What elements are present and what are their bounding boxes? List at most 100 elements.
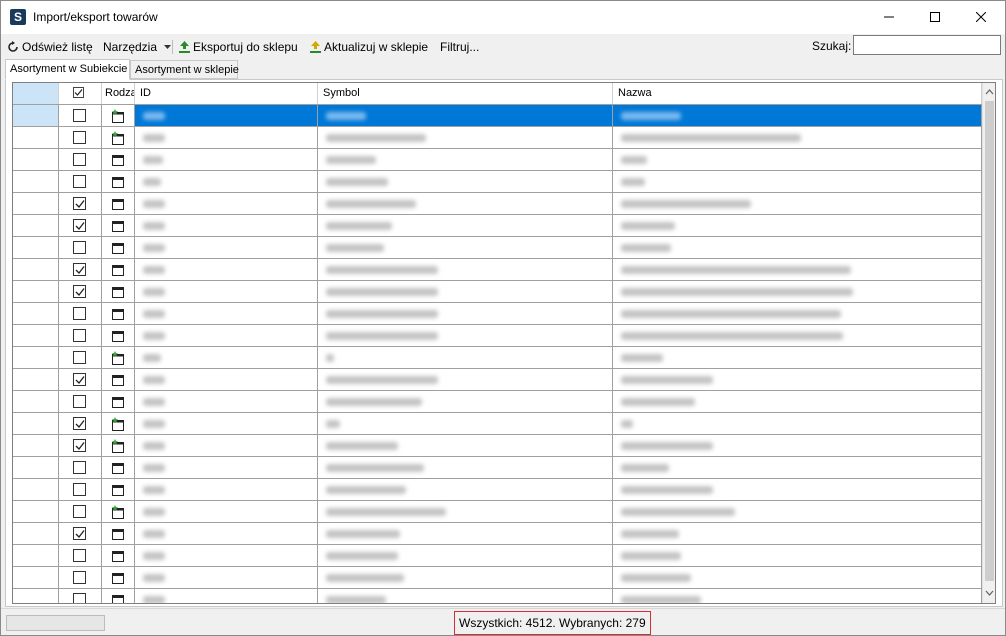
row-checkbox[interactable] — [73, 593, 86, 603]
row-checkbox[interactable] — [73, 153, 86, 166]
row-symbol-cell[interactable] — [318, 303, 613, 325]
row-checkbox[interactable] — [73, 395, 86, 408]
row-symbol-cell[interactable] — [318, 237, 613, 259]
row-checkbox[interactable] — [73, 527, 86, 540]
row-id-cell[interactable] — [135, 523, 318, 545]
export-to-shop-button[interactable]: Eksportuj do sklepu — [179, 38, 298, 56]
row-name-cell[interactable] — [613, 391, 982, 413]
row-name-cell[interactable] — [613, 303, 982, 325]
tab-shop-assortment[interactable]: Asortyment w sklepie — [130, 60, 239, 79]
filter-button[interactable]: Filtruj... — [440, 38, 479, 56]
row-id-cell[interactable] — [135, 303, 318, 325]
update-in-shop-button[interactable]: Aktualizuj w sklepie — [310, 38, 428, 56]
close-button[interactable] — [958, 1, 1004, 34]
row-name-cell[interactable] — [613, 457, 982, 479]
row-name-cell[interactable] — [613, 479, 982, 501]
row-header[interactable] — [13, 567, 59, 589]
row-symbol-cell[interactable] — [318, 105, 613, 127]
row-id-cell[interactable] — [135, 545, 318, 567]
row-name-cell[interactable] — [613, 127, 982, 149]
row-checkbox[interactable] — [73, 329, 86, 342]
row-checkbox[interactable] — [73, 285, 86, 298]
table-row[interactable] — [13, 325, 982, 347]
row-id-cell[interactable] — [135, 457, 318, 479]
row-name-cell[interactable] — [613, 149, 982, 171]
row-checkbox[interactable] — [73, 219, 86, 232]
row-id-cell[interactable] — [135, 325, 318, 347]
table-row[interactable] — [13, 479, 982, 501]
row-name-cell[interactable] — [613, 545, 982, 567]
row-symbol-cell[interactable] — [318, 457, 613, 479]
table-row[interactable] — [13, 369, 982, 391]
tools-menu-button[interactable]: Narzędzia — [103, 38, 174, 56]
row-header[interactable] — [13, 391, 59, 413]
row-id-cell[interactable] — [135, 369, 318, 391]
table-row[interactable] — [13, 567, 982, 589]
row-symbol-cell[interactable] — [318, 325, 613, 347]
row-header[interactable] — [13, 193, 59, 215]
row-header[interactable] — [13, 435, 59, 457]
row-id-cell[interactable] — [135, 193, 318, 215]
row-header[interactable] — [13, 347, 59, 369]
search-input[interactable] — [853, 35, 1001, 55]
row-checkbox[interactable] — [73, 131, 86, 144]
row-header[interactable] — [13, 237, 59, 259]
row-name-cell[interactable] — [613, 171, 982, 193]
row-checkbox[interactable] — [73, 505, 86, 518]
row-name-cell[interactable] — [613, 193, 982, 215]
table-row[interactable] — [13, 127, 982, 149]
check-all-checkbox[interactable] — [73, 87, 84, 98]
table-row[interactable] — [13, 391, 982, 413]
row-checkbox[interactable] — [73, 351, 86, 364]
table-row[interactable] — [13, 237, 982, 259]
row-name-cell[interactable] — [613, 237, 982, 259]
table-row[interactable] — [13, 413, 982, 435]
row-name-cell[interactable] — [613, 413, 982, 435]
row-name-cell[interactable] — [613, 281, 982, 303]
refresh-button[interactable]: Odśwież listę — [7, 38, 93, 56]
row-checkbox[interactable] — [73, 461, 86, 474]
row-symbol-cell[interactable] — [318, 127, 613, 149]
row-name-cell[interactable] — [613, 589, 982, 603]
row-header[interactable] — [13, 325, 59, 347]
row-header-corner[interactable] — [13, 83, 59, 104]
row-name-cell[interactable] — [613, 215, 982, 237]
scroll-down-arrow-icon[interactable] — [983, 586, 996, 600]
vertical-scrollbar[interactable] — [982, 83, 996, 603]
row-header[interactable] — [13, 105, 59, 127]
row-symbol-cell[interactable] — [318, 501, 613, 523]
header-symbol[interactable]: Symbol — [318, 83, 613, 104]
row-name-cell[interactable] — [613, 501, 982, 523]
table-row[interactable] — [13, 215, 982, 237]
table-row[interactable] — [13, 501, 982, 523]
row-id-cell[interactable] — [135, 413, 318, 435]
row-symbol-cell[interactable] — [318, 435, 613, 457]
row-id-cell[interactable] — [135, 171, 318, 193]
row-name-cell[interactable] — [613, 347, 982, 369]
row-id-cell[interactable] — [135, 391, 318, 413]
row-id-cell[interactable] — [135, 435, 318, 457]
row-header[interactable] — [13, 413, 59, 435]
table-row[interactable] — [13, 545, 982, 567]
row-checkbox[interactable] — [73, 307, 86, 320]
row-header[interactable] — [13, 457, 59, 479]
table-row[interactable] — [13, 435, 982, 457]
row-id-cell[interactable] — [135, 479, 318, 501]
row-id-cell[interactable] — [135, 281, 318, 303]
table-row[interactable] — [13, 457, 982, 479]
header-kind[interactable]: Rodzaj — [102, 83, 135, 104]
row-header[interactable] — [13, 589, 59, 603]
row-symbol-cell[interactable] — [318, 149, 613, 171]
row-symbol-cell[interactable] — [318, 479, 613, 501]
row-symbol-cell[interactable] — [318, 523, 613, 545]
row-id-cell[interactable] — [135, 127, 318, 149]
row-symbol-cell[interactable] — [318, 281, 613, 303]
table-row[interactable] — [13, 523, 982, 545]
row-header[interactable] — [13, 149, 59, 171]
row-header[interactable] — [13, 259, 59, 281]
scroll-up-arrow-icon[interactable] — [983, 85, 996, 99]
header-name[interactable]: Nazwa — [613, 83, 982, 104]
row-id-cell[interactable] — [135, 149, 318, 171]
row-id-cell[interactable] — [135, 589, 318, 603]
row-header[interactable] — [13, 171, 59, 193]
